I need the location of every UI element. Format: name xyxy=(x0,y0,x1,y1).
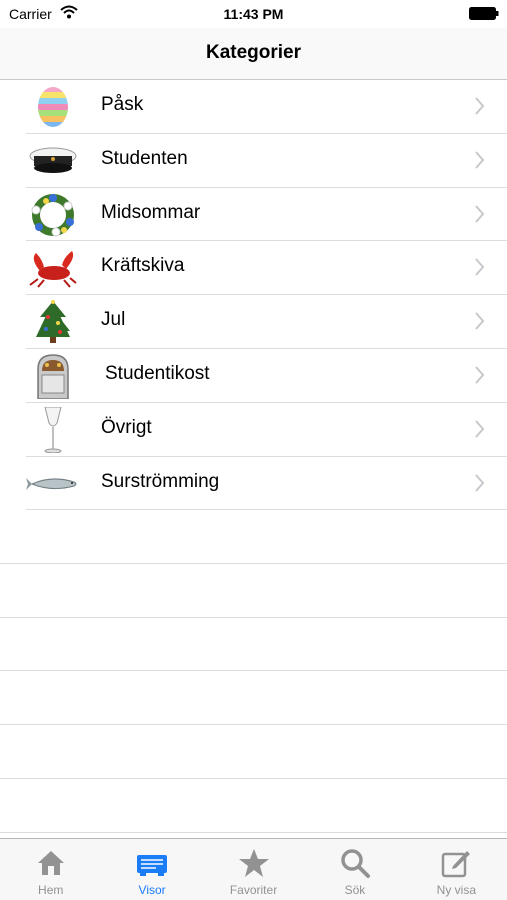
category-label: Övrigt xyxy=(101,416,152,438)
category-label: Jul xyxy=(101,309,126,331)
category-list: Påsk Studenten Midsommar Kräftskiva Jul … xyxy=(0,80,507,511)
category-row-studentikost[interactable]: Studentikost xyxy=(0,349,507,403)
chevron-right-icon xyxy=(475,420,485,438)
category-row-midsommar[interactable]: Midsommar xyxy=(0,188,507,242)
category-label: Studenten xyxy=(101,147,188,169)
tab-label: Favoriter xyxy=(229,883,278,897)
chevron-right-icon xyxy=(475,151,485,169)
clock: 11:43 PM xyxy=(223,6,284,22)
battery-icon xyxy=(469,7,499,20)
tab-label: Ny visa xyxy=(436,883,476,897)
divider xyxy=(0,618,507,672)
easter-egg-icon xyxy=(38,87,68,127)
category-label: Midsommar xyxy=(101,201,201,223)
status-bar: Carrier 11:43 PM xyxy=(0,0,507,28)
category-row-studenten[interactable]: Studenten xyxy=(0,134,507,188)
divider xyxy=(0,510,507,564)
tab-ny-visa[interactable]: Ny visa xyxy=(406,839,507,900)
category-label: Studentikost xyxy=(105,362,210,384)
category-label: Påsk xyxy=(101,94,144,115)
tab-label: Hem xyxy=(38,883,64,897)
chevron-right-icon xyxy=(475,258,485,277)
chevron-right-icon xyxy=(475,97,485,115)
tab-hem[interactable]: Hem xyxy=(0,839,101,900)
star-icon xyxy=(238,849,269,877)
magnifier-icon xyxy=(341,849,370,878)
house-icon xyxy=(37,851,64,875)
crayfish-icon xyxy=(29,251,77,289)
christmas-tree-icon xyxy=(36,300,70,344)
divider xyxy=(0,725,507,779)
songbook-icon xyxy=(137,855,168,876)
flower-wreath-icon xyxy=(31,193,74,237)
tab-favoriter[interactable]: Favoriter xyxy=(203,839,304,900)
chevron-right-icon xyxy=(475,366,485,384)
chevron-right-icon xyxy=(475,312,485,330)
chevron-right-icon xyxy=(475,473,485,492)
category-row-pask[interactable]: Påsk xyxy=(0,80,507,134)
tab-visor[interactable]: Visor xyxy=(101,839,202,900)
category-row-surstromming[interactable]: Surströmming xyxy=(0,457,507,511)
compose-icon xyxy=(442,851,471,878)
empty-table-area xyxy=(0,510,507,833)
divider xyxy=(0,779,507,833)
category-row-jul[interactable]: Jul xyxy=(0,295,507,349)
page-title: Kategorier xyxy=(205,42,302,63)
tab-label: Sök xyxy=(344,883,366,897)
divider xyxy=(0,671,507,726)
tab-sok[interactable]: Sök xyxy=(304,839,405,900)
student-cap-icon xyxy=(29,147,77,173)
divider xyxy=(0,564,507,618)
tab-bar: Hem Visor Favoriter Sök Ny visa xyxy=(0,838,507,900)
tab-label: Visor xyxy=(138,883,166,897)
category-label: Kräftskiva xyxy=(101,255,185,277)
category-label: Surströmming xyxy=(101,470,220,492)
navigation-bar: Kategorier xyxy=(0,28,507,80)
chevron-right-icon xyxy=(475,204,485,223)
champagne-glass-icon xyxy=(44,406,62,453)
category-row-ovrigt[interactable]: Övrigt xyxy=(0,403,507,457)
jukebox-icon xyxy=(37,354,69,399)
herring-fish-icon xyxy=(26,477,77,490)
category-row-kraftskiva[interactable]: Kräftskiva xyxy=(0,241,507,295)
